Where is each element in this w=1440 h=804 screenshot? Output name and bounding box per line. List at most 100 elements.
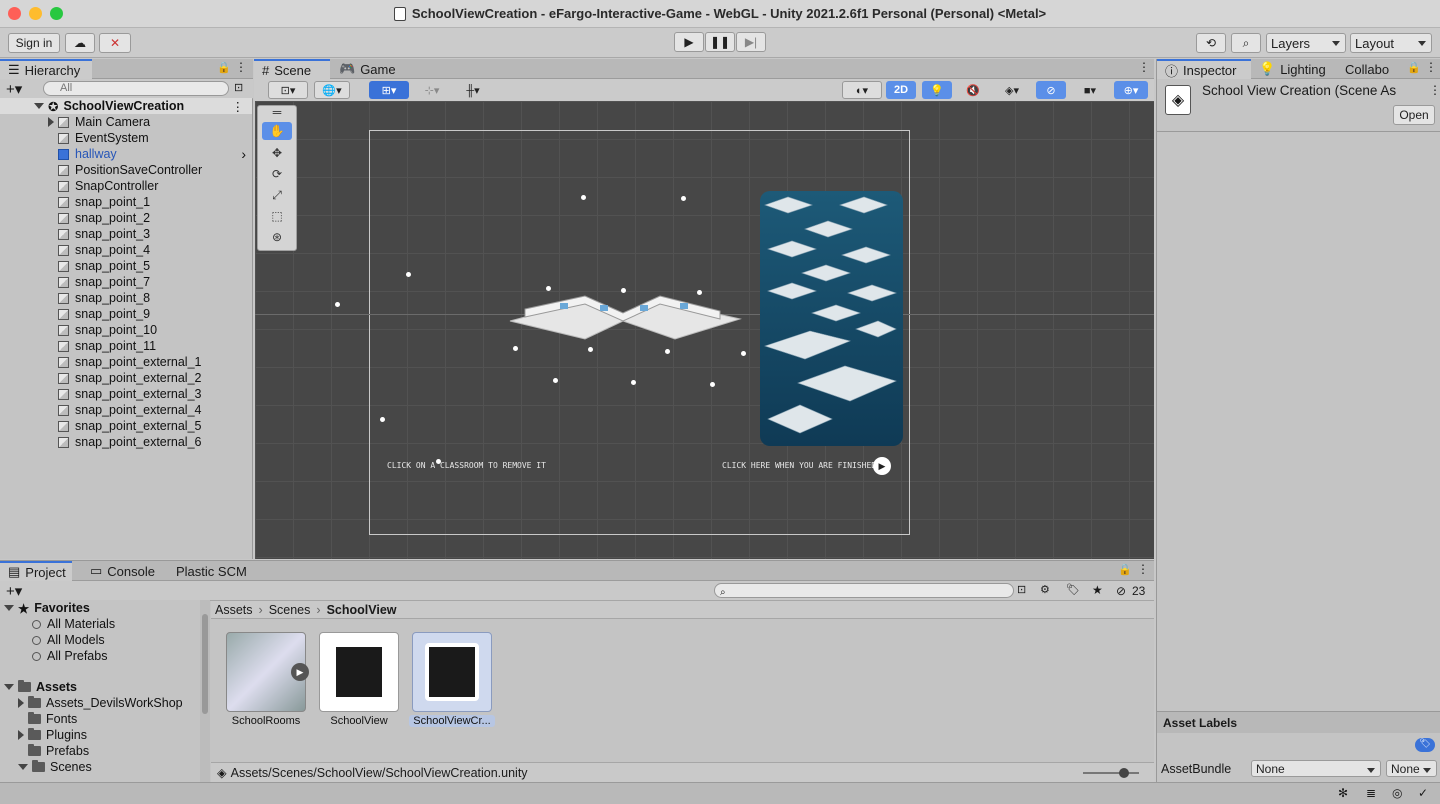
- hierarchy-item[interactable]: snap_point_10: [0, 322, 252, 338]
- favorites-header[interactable]: ★ Favorites: [4, 600, 90, 616]
- expand-icon[interactable]: [4, 605, 14, 611]
- hierarchy-item[interactable]: snap_point_external_1: [0, 354, 252, 370]
- expand-icon[interactable]: [18, 730, 24, 740]
- sign-in-button[interactable]: Sign in: [8, 33, 60, 53]
- asset-bundle-dropdown[interactable]: None: [1251, 760, 1381, 777]
- gizmos-dropdown[interactable]: ⊕▾: [1114, 81, 1148, 99]
- snap-point-marker[interactable]: [335, 302, 340, 307]
- snap-point-marker[interactable]: [710, 382, 715, 387]
- hierarchy-item[interactable]: snap_point_8: [0, 290, 252, 306]
- visibility-toggle-button[interactable]: ⊘: [1036, 81, 1066, 99]
- rotate-tool-button[interactable]: ⟳: [262, 165, 292, 183]
- scene-view[interactable]: ═ ✋ ✥ ⟳ ⤢ ⬚ ⊛ CLICK ON A CLASSROOM TO RE…: [255, 101, 1154, 559]
- more-icon[interactable]: ⋮: [232, 99, 245, 114]
- check-icon[interactable]: ✓: [1418, 786, 1428, 800]
- expand-icon[interactable]: [34, 103, 44, 109]
- more-icon[interactable]: ⋮: [1138, 60, 1150, 74]
- grid-snap-button[interactable]: ⊞▾: [369, 81, 409, 99]
- open-button[interactable]: Open: [1393, 105, 1435, 125]
- snap-point-marker[interactable]: [621, 288, 626, 293]
- hierarchy-item[interactable]: snap_point_external_6: [0, 434, 252, 450]
- tab-inspector[interactable]: ⓘ Inspector: [1157, 59, 1251, 79]
- lighting-toggle-button[interactable]: 💡: [922, 81, 952, 99]
- search-type-icon[interactable]: ⊡: [1017, 583, 1026, 596]
- global-dropdown[interactable]: 🌐▾: [314, 81, 350, 99]
- palette-handle[interactable]: ═: [262, 105, 292, 119]
- collab-button[interactable]: ✕: [99, 33, 131, 53]
- expand-icon[interactable]: [4, 684, 14, 690]
- expand-icon[interactable]: [18, 698, 24, 708]
- hierarchy-item[interactable]: PositionSaveController: [0, 162, 252, 178]
- snap-point-marker[interactable]: [581, 195, 586, 200]
- breadcrumb-schoolview[interactable]: SchoolView: [327, 603, 397, 617]
- asset-folder-item[interactable]: Fonts: [18, 711, 77, 727]
- tab-hierarchy[interactable]: ☰ Hierarchy: [0, 59, 92, 79]
- asset-schoolview[interactable]: SchoolView: [316, 632, 402, 727]
- tab-scene[interactable]: # Scene: [254, 59, 330, 79]
- more-icon[interactable]: ⋮: [1425, 60, 1437, 74]
- finish-play-button[interactable]: ▶: [873, 457, 891, 475]
- hierarchy-item[interactable]: snap_point_11: [0, 338, 252, 354]
- hand-tool-button[interactable]: ✋: [262, 122, 292, 140]
- pause-button[interactable]: ❚❚: [705, 32, 735, 52]
- hierarchy-item[interactable]: snap_point_external_5: [0, 418, 252, 434]
- snap-point-marker[interactable]: [380, 417, 385, 422]
- audio-toggle-button[interactable]: 🔇: [958, 81, 988, 99]
- hierarchy-item[interactable]: SnapController: [0, 178, 252, 194]
- tab-collab[interactable]: Collabo: [1337, 59, 1401, 79]
- cloud-button[interactable]: ☁: [65, 33, 95, 53]
- rect-tool-button[interactable]: ⬚: [262, 207, 292, 225]
- hidden-count-icon[interactable]: ⊘: [1116, 584, 1126, 598]
- hierarchy-item[interactable]: snap_point_1: [0, 194, 252, 210]
- filter-label-icon[interactable]: 🏷: [1066, 583, 1080, 596]
- classroom-selection-panel[interactable]: [760, 191, 903, 446]
- snap-point-marker[interactable]: [631, 380, 636, 385]
- hierarchy-item[interactable]: snap_point_2: [0, 210, 252, 226]
- snap-point-marker[interactable]: [546, 286, 551, 291]
- hierarchy-item[interactable]: snap_point_9: [0, 306, 252, 322]
- move-tool-button[interactable]: ✥: [262, 144, 292, 162]
- hierarchy-item[interactable]: snap_point_external_4: [0, 402, 252, 418]
- layers-dropdown[interactable]: Layers: [1266, 33, 1346, 53]
- minimize-window-button[interactable]: [29, 7, 42, 20]
- hierarchy-root[interactable]: ✪ SchoolViewCreation ⋮: [0, 98, 252, 114]
- hierarchy-item[interactable]: snap_point_5: [0, 258, 252, 274]
- breadcrumb-assets[interactable]: Assets: [215, 603, 253, 617]
- snap-point-marker[interactable]: [697, 290, 702, 295]
- hallway-model[interactable]: [505, 291, 745, 346]
- filter-type-icon[interactable]: ⚙: [1040, 583, 1050, 596]
- zoom-window-button[interactable]: [50, 7, 63, 20]
- hierarchy-search-input[interactable]: All: [43, 81, 229, 96]
- more-icon[interactable]: ⋮: [235, 60, 247, 74]
- hierarchy-item[interactable]: snap_point_4: [0, 242, 252, 258]
- label-tag-icon[interactable]: 🏷: [1415, 738, 1435, 752]
- transform-tool-button[interactable]: ⊛: [262, 228, 292, 246]
- tab-plastic-scm[interactable]: Plastic SCM: [168, 561, 258, 581]
- hierarchy-item[interactable]: snap_point_7: [0, 274, 252, 290]
- asset-folder-item[interactable]: Prefabs: [18, 743, 89, 759]
- favorite-item[interactable]: All Prefabs: [32, 648, 107, 664]
- asset-folder-item[interactable]: Scenes: [18, 759, 92, 775]
- bug-icon[interactable]: ✻: [1338, 786, 1348, 800]
- lock-icon[interactable]: 🔒: [217, 61, 231, 74]
- asset-schoolrooms[interactable]: ▶ SchoolRooms: [223, 632, 309, 727]
- project-search-input[interactable]: ⌕: [714, 583, 1014, 598]
- hierarchy-item[interactable]: snap_point_3: [0, 226, 252, 242]
- asset-folder-item[interactable]: Plugins: [18, 727, 87, 743]
- search-type-icon[interactable]: ⊡: [234, 81, 243, 94]
- assets-header[interactable]: Assets: [4, 679, 77, 695]
- hierarchy-item[interactable]: hallway ›: [0, 146, 252, 162]
- snap-point-marker[interactable]: [681, 196, 686, 201]
- collapse-icon[interactable]: [18, 764, 28, 770]
- hierarchy-item[interactable]: snap_point_external_2: [0, 370, 252, 386]
- tab-lighting[interactable]: 💡 Lighting: [1251, 59, 1341, 79]
- favorite-item[interactable]: All Models: [32, 632, 105, 648]
- snap-point-marker[interactable]: [513, 346, 518, 351]
- render-mode-dropdown[interactable]: ◐▾: [842, 81, 882, 99]
- snap-point-marker[interactable]: [665, 349, 670, 354]
- draw-mode-dropdown[interactable]: ⊡▾: [268, 81, 308, 99]
- play-button[interactable]: ▶: [674, 32, 704, 52]
- ruler-button[interactable]: ╫▾: [454, 81, 492, 99]
- history-button[interactable]: ⟲: [1196, 33, 1226, 53]
- asset-schoolviewcreation[interactable]: SchoolViewCr...: [409, 632, 495, 727]
